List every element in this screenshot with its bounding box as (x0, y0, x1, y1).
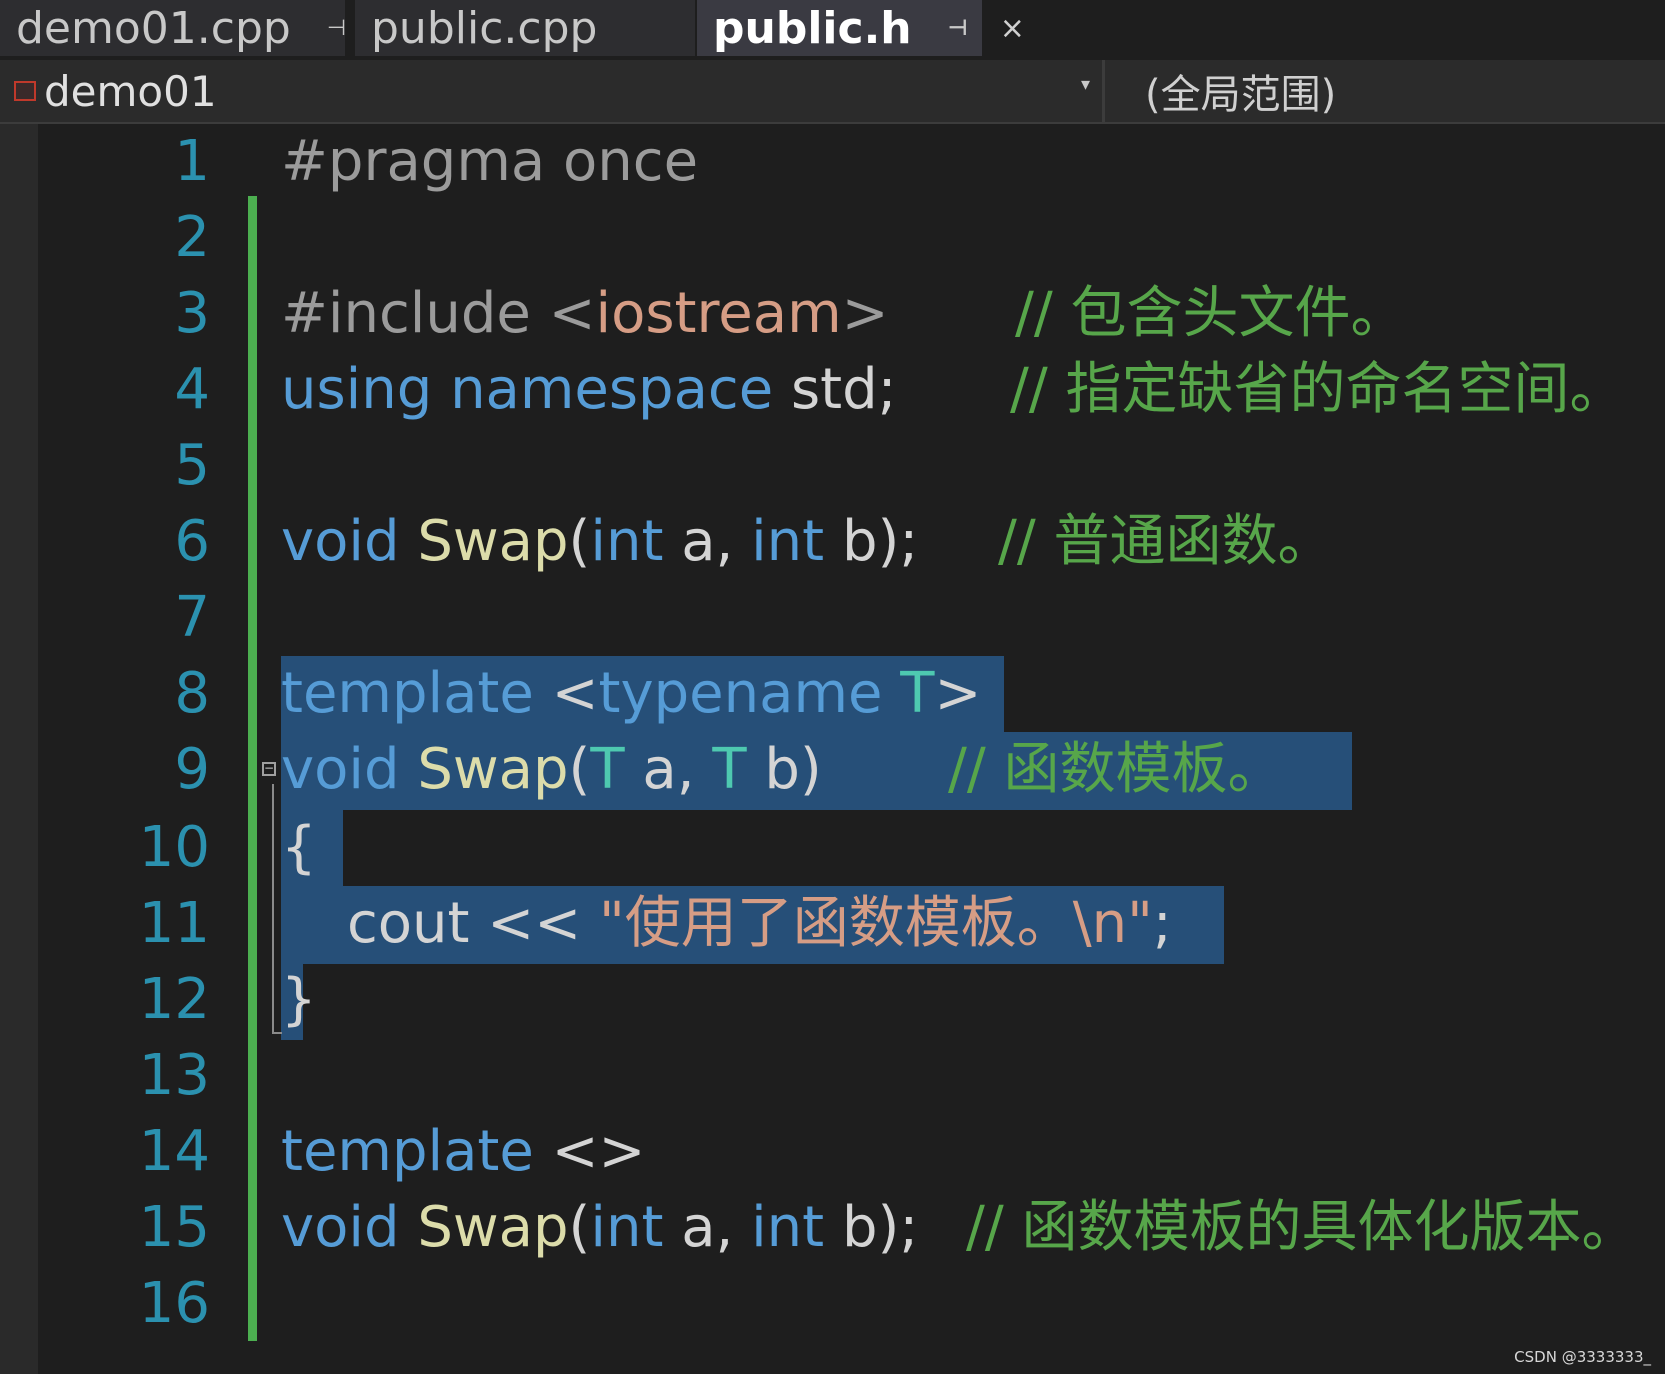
code-line: 11 cout << "使用了函数模板。\n"; (0, 886, 1665, 962)
code-comment: // 函数模板的具体化版本。 (966, 1195, 1638, 1260)
line-number: 16 (138, 1271, 210, 1336)
tab-label: public.cpp (371, 2, 598, 54)
code-text: using namespace std; (281, 357, 897, 422)
code-comment: // 指定缺省的命名空间。 (1010, 357, 1626, 422)
line-number: 13 (138, 1043, 210, 1108)
code-line: 8 template <typename T> (0, 656, 1665, 732)
code-text: void Swap(int a, int b); (281, 509, 919, 574)
code-line: 14 template <> (0, 1114, 1665, 1190)
line-number: 7 (174, 585, 210, 650)
line-number: 8 (174, 661, 210, 726)
code-text: void Swap(int a, int b); (281, 1195, 919, 1260)
line-number: 5 (174, 433, 210, 498)
code-comment: // 普通函数。 (998, 509, 1334, 574)
project-icon (14, 81, 36, 101)
code-line: 6 void Swap(int a, int b); // 普通函数。 (0, 504, 1665, 580)
code-text: void Swap(T a, T b) (281, 737, 822, 802)
tab-public-cpp[interactable]: public.cpp (355, 0, 695, 56)
code-line: 2 (0, 200, 1665, 276)
line-number: 9 (174, 737, 210, 802)
project-name: demo01 (44, 66, 217, 116)
code-line: 7 (0, 580, 1665, 656)
chevron-down-icon[interactable]: ▾ (1081, 74, 1090, 95)
code-text: } (281, 967, 317, 1032)
code-line: 12 } (0, 962, 1665, 1038)
code-line: 4 using namespace std; // 指定缺省的命名空间。 (0, 352, 1665, 428)
code-text: { (281, 815, 317, 880)
tab-demo01-cpp[interactable]: demo01.cpp ⊣ (0, 0, 346, 56)
code-line: 10 { (0, 810, 1665, 886)
scope-dropdown[interactable]: (全局范围) (1145, 60, 1336, 122)
line-number: 3 (174, 281, 210, 346)
code-line: 5 (0, 428, 1665, 504)
line-number: 2 (174, 205, 210, 270)
line-number: 4 (174, 357, 210, 422)
code-line: 3 #include <iostream> // 包含头文件。 (0, 276, 1665, 352)
line-number: 6 (174, 509, 210, 574)
watermark: CSDN @3333333_ (1514, 1348, 1651, 1366)
code-line: 13 (0, 1038, 1665, 1114)
close-icon[interactable]: × (1000, 11, 1025, 46)
navigation-bar: demo01 ▾ (全局范围) (0, 60, 1665, 124)
pin-icon[interactable]: ⊣ (948, 16, 968, 41)
line-number: 15 (138, 1195, 210, 1260)
code-comment: // 函数模板。 (948, 737, 1284, 802)
code-text: #include <iostream> (281, 281, 889, 346)
tab-bar: demo01.cpp ⊣ public.cpp public.h ⊣ × (0, 0, 1665, 64)
code-line: 1 #pragma once (0, 124, 1665, 200)
project-dropdown[interactable]: demo01 ▾ (0, 60, 1105, 122)
line-number: 12 (138, 967, 210, 1032)
line-number: 10 (138, 815, 210, 880)
code-line: 9 void Swap(T a, T b) // 函数模板。 (0, 732, 1665, 808)
line-number: 1 (174, 129, 210, 194)
tab-public-h[interactable]: public.h ⊣ × (697, 0, 1025, 56)
code-text: #pragma once (281, 129, 699, 194)
code-text: cout << "使用了函数模板。\n"; (347, 891, 1172, 956)
code-text: template <typename T> (281, 661, 982, 726)
tab-label: public.h (713, 2, 912, 54)
code-line: 15 void Swap(int a, int b); // 函数模板的具体化版… (0, 1190, 1665, 1266)
line-number: 14 (138, 1119, 210, 1184)
tab-label: demo01.cpp (16, 2, 291, 54)
code-comment: // 包含头文件。 (1015, 281, 1407, 346)
code-line: 16 (0, 1266, 1665, 1342)
pin-icon[interactable]: ⊣ (327, 16, 346, 41)
line-number: 11 (138, 891, 210, 956)
code-text: template <> (281, 1119, 646, 1184)
